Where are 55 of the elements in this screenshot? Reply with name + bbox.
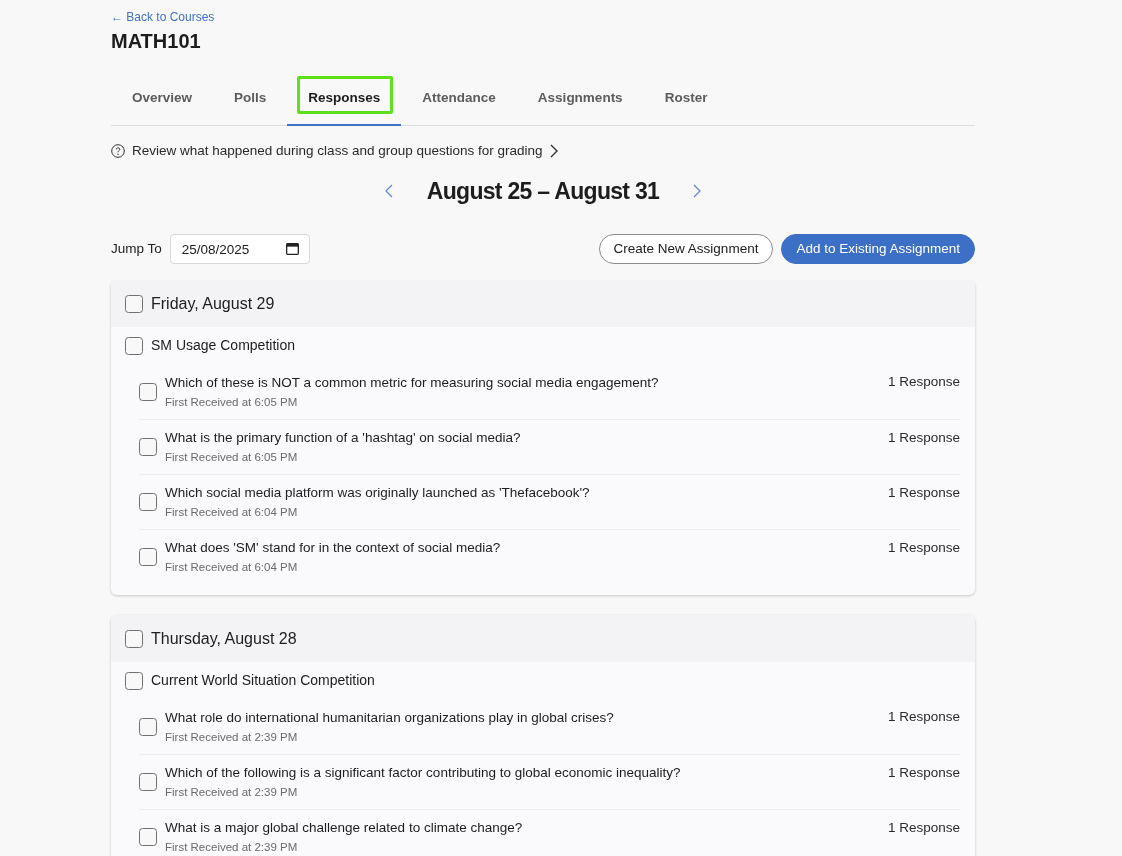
checkbox[interactable] bbox=[139, 493, 157, 511]
response-count: 1 Response bbox=[887, 484, 960, 502]
question-text: What role do international humanitarian organizations play in global crises? bbox=[165, 708, 614, 727]
tab[interactable]: Roster bbox=[643, 72, 729, 126]
checkbox[interactable] bbox=[125, 294, 143, 313]
question-text: Which of these is NOT a common metric for measuring social media engagement? bbox=[165, 373, 659, 392]
tab[interactable]: Overview bbox=[111, 72, 214, 126]
received-time: First Received at 2:39 PM bbox=[165, 840, 299, 855]
date-field[interactable]: 25/08/2025 bbox=[169, 234, 310, 264]
create-assignment-button[interactable]: Create New Assignment bbox=[598, 234, 774, 264]
response-count: 1 Response bbox=[887, 819, 960, 837]
help-icon bbox=[111, 144, 125, 158]
checkbox[interactable] bbox=[139, 548, 157, 566]
checkbox[interactable] bbox=[139, 773, 157, 791]
response-count: 1 Response bbox=[887, 764, 960, 782]
checkbox[interactable] bbox=[139, 438, 157, 456]
checkbox[interactable] bbox=[125, 671, 143, 690]
question-text: Which of the following is a significant factor contributing to global economic inequality? bbox=[165, 764, 681, 782]
response-count: 1 Response bbox=[887, 539, 960, 557]
response-count: 1 Response bbox=[887, 373, 960, 391]
jump-to-label: Jump To bbox=[111, 239, 162, 258]
chevron-right-icon[interactable] bbox=[549, 144, 558, 158]
response-count: 1 Response bbox=[887, 429, 960, 447]
add-assignment-button[interactable]: Add to Existing Assignment bbox=[781, 234, 975, 264]
question-text: What is a major global challenge related to climate change? bbox=[165, 819, 523, 837]
received-time: First Received at 6:04 PM bbox=[165, 505, 299, 520]
received-time: First Received at 6:05 PM bbox=[165, 394, 299, 410]
received-time: First Received at 2:39 PM bbox=[165, 785, 299, 800]
calendar-icon[interactable] bbox=[285, 242, 299, 255]
day-date: Friday, August 29 bbox=[151, 293, 275, 314]
received-time: First Received at 6:04 PM bbox=[165, 560, 299, 575]
course-title: MATH101 bbox=[111, 29, 201, 53]
checkbox[interactable] bbox=[139, 382, 157, 401]
chevron-right-icon bbox=[693, 184, 702, 198]
checkbox[interactable] bbox=[139, 828, 157, 846]
tab[interactable]: Responses bbox=[287, 72, 402, 126]
week-title: August 25 – August 31 bbox=[426, 177, 660, 206]
checkbox[interactable] bbox=[125, 336, 143, 355]
question-text: Which social media platform was originally launched as 'Thefacebook'? bbox=[165, 484, 590, 502]
tab[interactable]: Polls bbox=[213, 72, 288, 126]
question-text: What is the primary function of a 'hashtag' on social media? bbox=[165, 429, 521, 447]
day-date: Thursday, August 28 bbox=[151, 628, 297, 649]
group-name: SM Usage Competition bbox=[151, 336, 295, 355]
chevron-left-icon bbox=[384, 184, 393, 198]
hint-text: Review what happened during class and group questions for grading bbox=[132, 141, 543, 160]
tab[interactable]: Assignments bbox=[516, 72, 644, 126]
question-text: What does 'SM' stand for in the context of social media? bbox=[165, 539, 501, 557]
received-time: First Received at 2:39 PM bbox=[165, 729, 299, 745]
response-count: 1 Response bbox=[887, 708, 960, 726]
checkbox[interactable] bbox=[125, 629, 143, 648]
received-time: First Received at 6:05 PM bbox=[165, 450, 299, 465]
tab[interactable]: Attendance bbox=[401, 72, 517, 126]
back-link[interactable]: ← Back to Courses bbox=[111, 10, 215, 24]
group-name: Current World Situation Competition bbox=[151, 671, 375, 690]
checkbox[interactable] bbox=[139, 717, 157, 736]
